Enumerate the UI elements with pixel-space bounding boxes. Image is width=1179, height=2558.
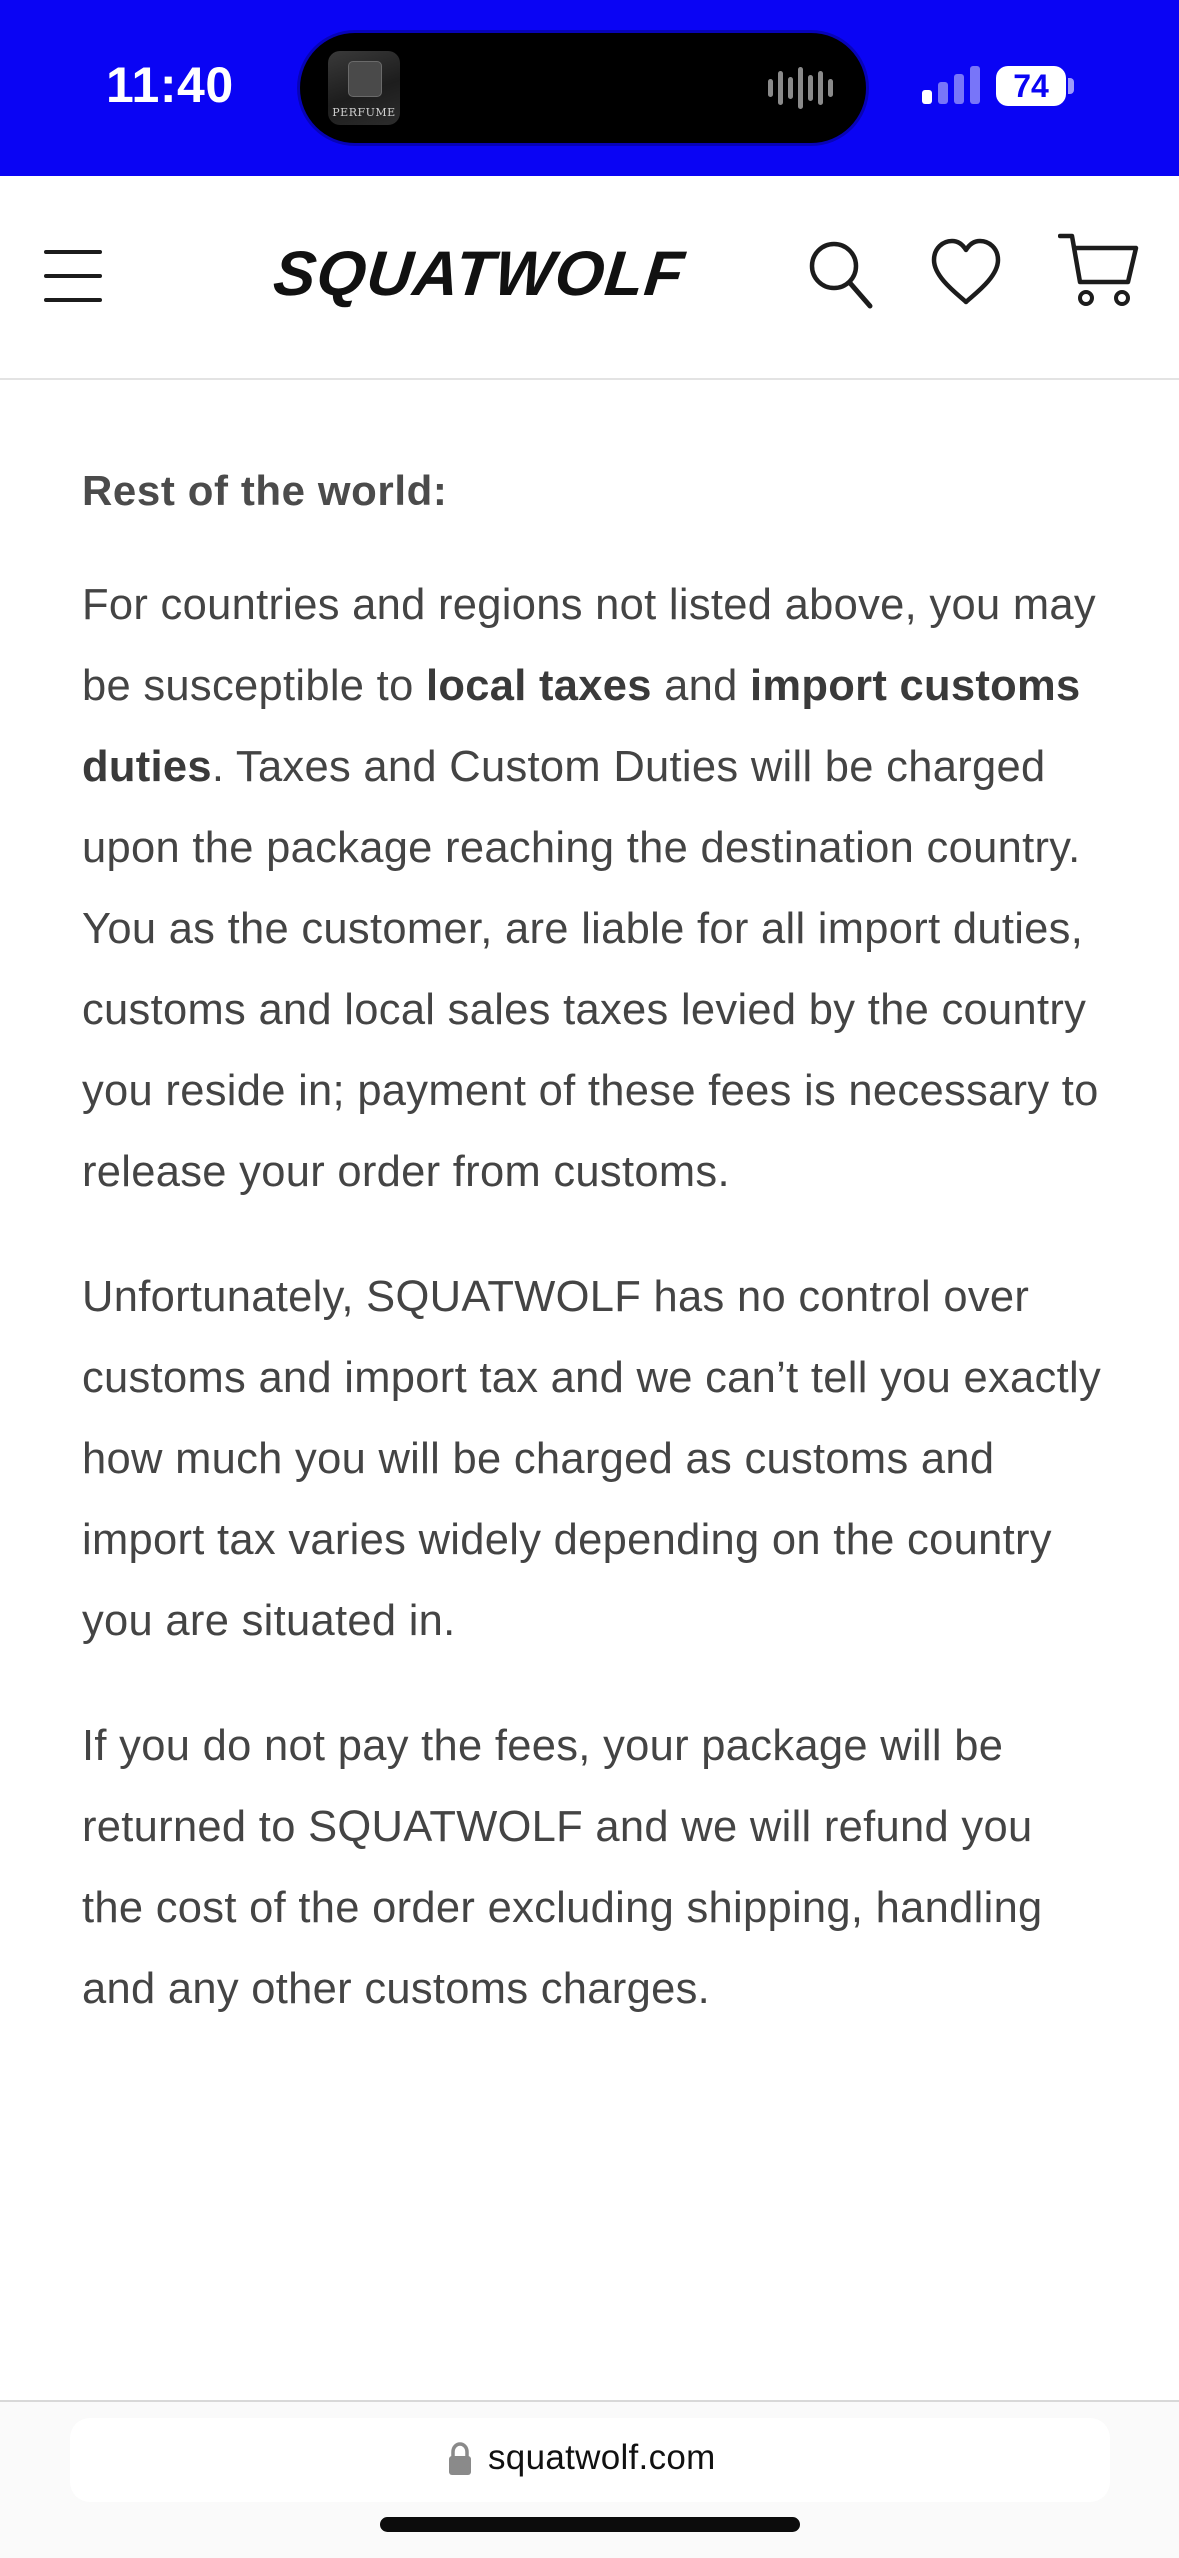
status-time: 11:40 bbox=[106, 57, 234, 113]
heart-icon[interactable] bbox=[930, 236, 1002, 312]
search-icon[interactable] bbox=[806, 236, 876, 312]
cellular-signal-icon bbox=[922, 66, 980, 104]
now-playing-artwork[interactable]: PERFUME bbox=[328, 51, 400, 125]
section-heading: Rest of the world: bbox=[82, 467, 448, 514]
paragraph-unpaid-fees: If you do not pay the fees, your package… bbox=[82, 1722, 1043, 2013]
battery-tip bbox=[1068, 78, 1074, 94]
paragraph-text: . Taxes and Custom Duties will be charge… bbox=[82, 743, 1099, 1196]
lock-icon bbox=[449, 2442, 471, 2475]
perfume-bottle-icon bbox=[348, 61, 382, 97]
paragraph-text: and bbox=[651, 662, 750, 710]
home-indicator[interactable] bbox=[380, 2517, 800, 2532]
url-text[interactable]: squatwolf.com bbox=[488, 2438, 716, 2478]
paragraph-taxes-duties: For countries and regions not listed abo… bbox=[82, 565, 1102, 1213]
browser-address-bar: squatwolf.com bbox=[0, 2400, 1179, 2558]
dynamic-island[interactable]: PERFUME bbox=[300, 33, 866, 143]
bold-local-taxes: local taxes bbox=[425, 662, 652, 710]
cart-icon[interactable] bbox=[1058, 230, 1140, 310]
hamburger-menu-icon[interactable] bbox=[44, 248, 104, 304]
site-logo[interactable]: SQUATWOLF bbox=[270, 238, 688, 310]
site-header: SQUATWOLF bbox=[0, 176, 1179, 380]
now-playing-artwork-label: PERFUME bbox=[332, 106, 396, 119]
paragraph-no-control: Unfortunately, SQUATWOLF has no control … bbox=[82, 1273, 1101, 1645]
battery-level: 74 bbox=[1013, 68, 1049, 104]
status-bar: 11:40 PERFUME 74 bbox=[0, 0, 1179, 176]
audio-waveform-icon bbox=[768, 67, 833, 109]
shipping-policy-content: Rest of the world: For countries and reg… bbox=[82, 378, 1102, 2030]
